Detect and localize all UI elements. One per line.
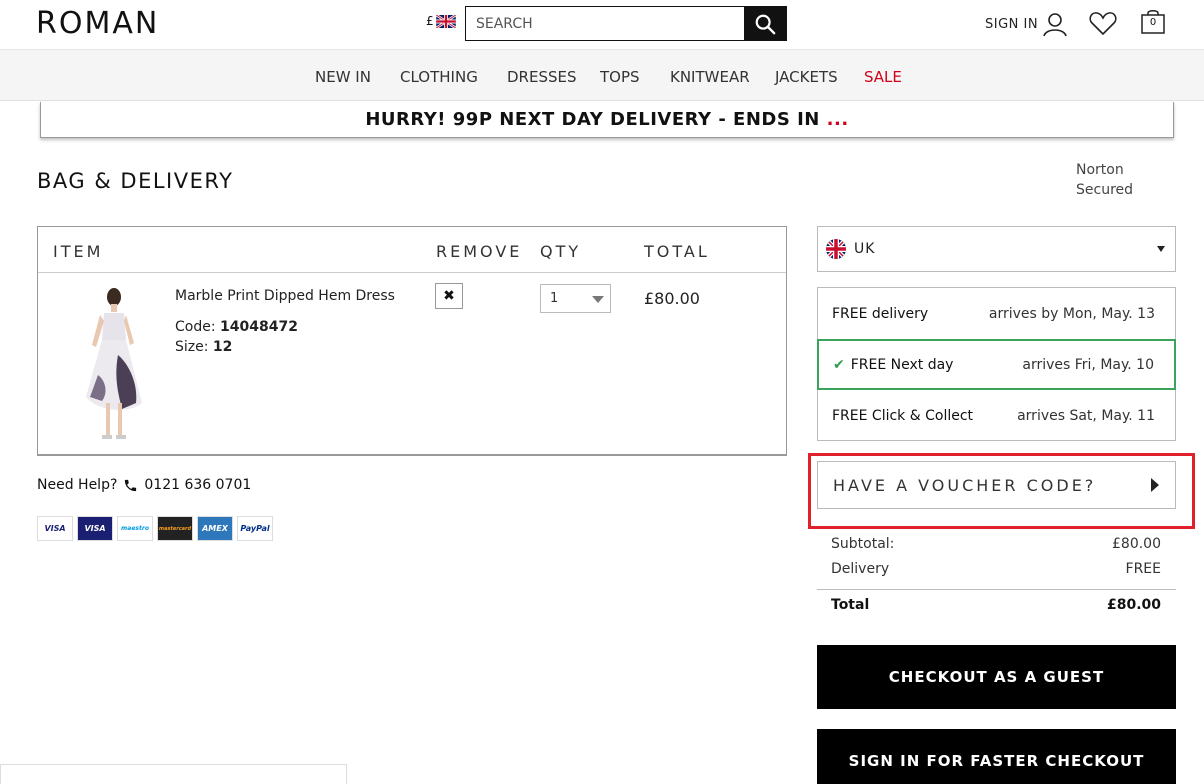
sign-in-checkout-button[interactable]: SIGN IN FOR FASTER CHECKOUT xyxy=(817,729,1176,784)
promo-text: HURRY! 99P NEXT DAY DELIVERY - ENDS IN xyxy=(365,109,820,130)
column-header-total: TOTAL xyxy=(644,242,710,261)
search-input[interactable] xyxy=(466,7,744,40)
delivery-option-name-wrap: ✔ FREE Next day xyxy=(833,357,953,373)
voucher-label: HAVE A VOUCHER CODE? xyxy=(833,475,1097,495)
site-header: ROMAN £ SIGN IN xyxy=(0,0,1204,49)
quantity-select[interactable]: 1 xyxy=(540,284,611,313)
product-code: Code: 14048472 xyxy=(175,319,298,335)
paypal-icon: PayPal xyxy=(237,516,273,541)
heart-icon xyxy=(1089,12,1117,36)
user-icon xyxy=(1043,13,1067,37)
total-value: £80.00 xyxy=(1106,597,1161,613)
total-label: Total xyxy=(831,597,870,613)
payment-methods: VISA VISA maestro mastercard AMEX PayPal xyxy=(37,516,273,541)
delivery-value: FREE xyxy=(1125,561,1161,577)
need-help-label: Need Help? xyxy=(37,477,118,493)
search-button[interactable] xyxy=(744,7,786,40)
bag-count: 0 xyxy=(1149,17,1157,28)
chevron-down-icon xyxy=(592,296,604,303)
mastercard-icon: mastercard xyxy=(157,516,193,541)
voucher-code-toggle[interactable]: HAVE A VOUCHER CODE? xyxy=(817,461,1176,509)
summary-delivery: Delivery FREE xyxy=(831,561,1161,577)
amex-icon: AMEX xyxy=(197,516,233,541)
promo-countdown: ... xyxy=(826,109,849,130)
page-title: BAG & DELIVERY xyxy=(37,169,234,193)
nav-dresses[interactable]: DRESSES xyxy=(507,68,577,86)
delivery-option-name: FREE Next day xyxy=(850,356,954,373)
uk-flag-icon xyxy=(435,14,456,28)
column-header-remove: REMOVE xyxy=(436,242,523,261)
line-total: £80.00 xyxy=(644,289,700,308)
quantity-value: 1 xyxy=(550,291,559,306)
checkout-as-guest-button[interactable]: CHECKOUT AS A GUEST xyxy=(817,645,1176,709)
shopping-bag-button[interactable]: 0 xyxy=(1140,9,1166,39)
delivery-options: FREE delivery arrives by Mon, May. 13 ✔ F… xyxy=(817,287,1176,441)
help-phone-number[interactable]: 0121 636 0701 xyxy=(144,477,251,493)
delivery-option-arrival: arrives Sat, May. 11 xyxy=(1017,407,1155,424)
nav-tops[interactable]: TOPS xyxy=(600,68,640,86)
roman-logo[interactable]: ROMAN xyxy=(36,6,159,41)
nav-jackets[interactable]: JACKETS xyxy=(775,68,838,86)
visa-debit-icon: VISA xyxy=(77,516,113,541)
subtotal-value: £80.00 xyxy=(1112,536,1161,552)
norton-secured-badge: Norton Secured xyxy=(1076,162,1134,198)
sign-in-link[interactable]: SIGN IN xyxy=(985,11,1068,37)
caret-right-icon xyxy=(1151,478,1159,492)
column-header-qty: QTY xyxy=(540,242,582,261)
product-size-label: Size: xyxy=(175,339,209,355)
delivery-label: Delivery xyxy=(831,561,890,577)
currency-symbol: £ xyxy=(426,14,434,28)
delivery-option-click-collect[interactable]: FREE Click & Collect arrives Sat, May. 1… xyxy=(818,390,1175,441)
product-code-value: 14048472 xyxy=(220,319,298,335)
product-size-value: 12 xyxy=(212,339,233,355)
close-icon: ✖ xyxy=(443,288,455,304)
checkmark-icon: ✔ xyxy=(833,356,845,373)
subtotal-label: Subtotal: xyxy=(831,536,895,552)
maestro-icon: maestro xyxy=(117,516,153,541)
sign-in-label: SIGN IN xyxy=(985,16,1039,32)
search-bar xyxy=(465,6,787,41)
nav-knitwear[interactable]: KNITWEAR xyxy=(670,68,750,86)
phone-icon xyxy=(125,479,137,491)
wishlist-button[interactable] xyxy=(1089,10,1117,40)
delivery-option-next-day[interactable]: ✔ FREE Next day arrives Fri, May. 10 xyxy=(817,339,1176,390)
delivery-option-arrival: arrives Fri, May. 10 xyxy=(1022,356,1154,373)
delivery-option-name: FREE delivery xyxy=(832,305,929,322)
bottom-panel xyxy=(0,764,347,784)
delivery-country-select[interactable]: UK xyxy=(817,226,1176,272)
column-header-item: ITEM xyxy=(53,242,104,261)
main-nav: NEW IN CLOTHING DRESSES TOPS KNITWEAR JA… xyxy=(0,49,1204,101)
summary-total: Total £80.00 xyxy=(831,597,1161,613)
product-name[interactable]: Marble Print Dipped Hem Dress xyxy=(175,288,395,304)
summary-divider xyxy=(817,589,1176,590)
need-help: Need Help? 0121 636 0701 xyxy=(37,477,251,493)
country-value: UK xyxy=(854,241,876,257)
delivery-option-arrival: arrives by Mon, May. 13 xyxy=(988,305,1155,322)
visa-icon: VISA xyxy=(37,516,73,541)
summary-subtotal: Subtotal: £80.00 xyxy=(831,536,1161,552)
caret-down-icon xyxy=(1157,246,1165,252)
delivery-option-name: FREE Click & Collect xyxy=(832,407,974,424)
nav-new-in[interactable]: NEW IN xyxy=(315,68,371,86)
promo-banner: HURRY! 99P NEXT DAY DELIVERY - ENDS IN .… xyxy=(40,102,1174,138)
nav-sale[interactable]: SALE xyxy=(864,68,902,86)
uk-flag-icon xyxy=(826,239,846,259)
table-header-divider xyxy=(38,272,786,273)
currency-selector[interactable]: £ xyxy=(426,14,456,28)
product-image[interactable] xyxy=(78,285,148,445)
delivery-option-standard[interactable]: FREE delivery arrives by Mon, May. 13 xyxy=(818,288,1175,339)
product-size: Size: 12 xyxy=(175,339,232,355)
product-code-label: Code: xyxy=(175,319,216,335)
search-icon xyxy=(755,14,776,34)
bag-table: ITEM REMOVE QTY TOTAL Marble Print Dippe… xyxy=(37,226,787,456)
remove-item-button[interactable]: ✖ xyxy=(435,283,463,309)
nav-clothing[interactable]: CLOTHING xyxy=(400,68,478,86)
